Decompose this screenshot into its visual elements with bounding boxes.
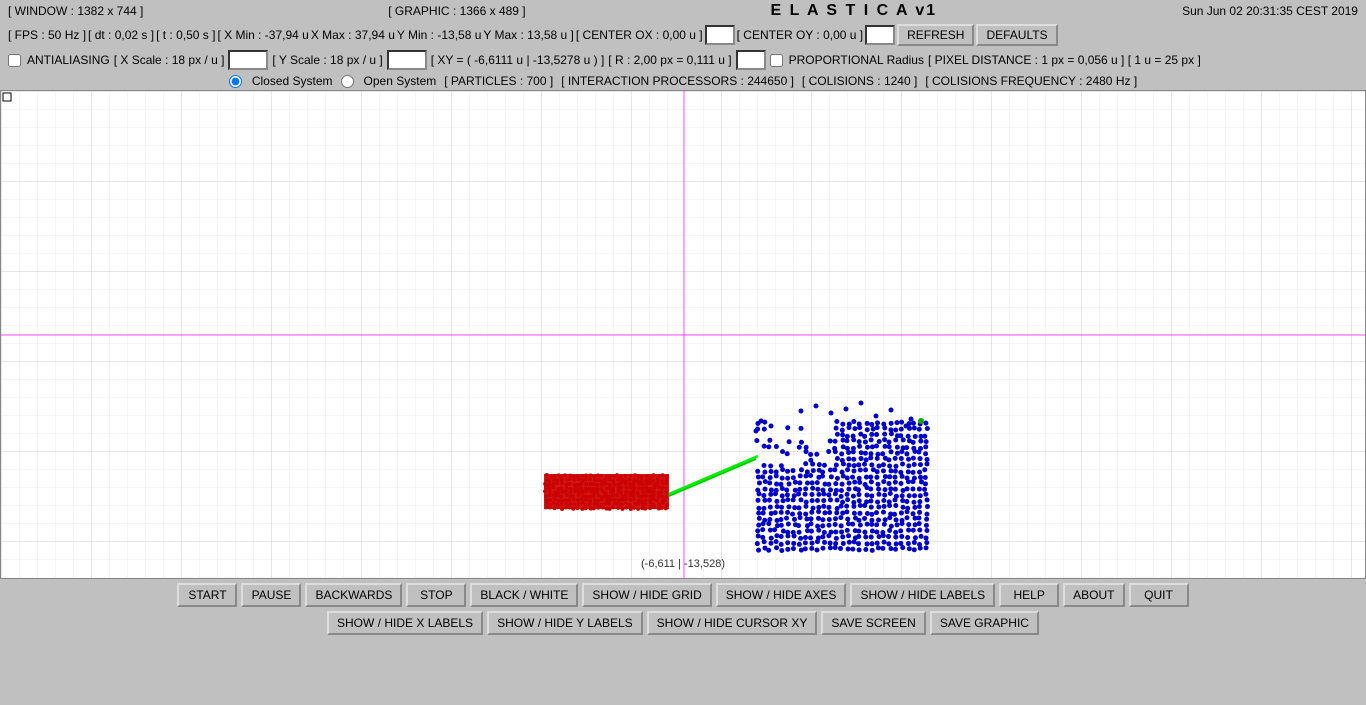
canvas-area[interactable]: (-6,611 | -13,528): [0, 90, 1366, 579]
collisions-freq-info: [ COLISIONS FREQUENCY : 2480 Hz ]: [925, 74, 1137, 88]
t-label: [ t : 0,50 s ]: [156, 28, 215, 42]
xmin-label: [ X Min : -37,94 u: [217, 28, 308, 42]
proportional-label: PROPORTIONAL Radius: [789, 53, 924, 67]
controls-row2: ANTIALIASING [ X Scale : 18 px / u ] 40 …: [0, 48, 1366, 72]
window-info: [ WINDOW : 1382 x 744 ]: [8, 4, 143, 18]
collisions-info: [ COLISIONS : 1240 ]: [802, 74, 917, 88]
save-screen-button[interactable]: SAVE SCREEN: [821, 611, 925, 635]
stop-button[interactable]: STOP: [406, 583, 466, 607]
black-white-button[interactable]: BLACK / WHITE: [470, 583, 578, 607]
center-ox-input[interactable]: [705, 25, 735, 45]
xscale-label: [ X Scale : 18 px / u ]: [114, 53, 225, 67]
open-system-radio[interactable]: [341, 75, 354, 88]
fps-label: [ FPS : 50 Hz ]: [8, 28, 86, 42]
center-ox-label: [ CENTER OX : 0,00 u ]: [576, 28, 703, 42]
backwards-button[interactable]: BACKWARDS: [305, 583, 402, 607]
antialiasing-label: ANTIALIASING: [27, 53, 110, 67]
show-hide-labels-button[interactable]: SHOW / HIDE LABELS: [850, 583, 995, 607]
center-oy-label: [ CENTER OY : 0,00 u ]: [737, 28, 864, 42]
show-hide-x-labels-button[interactable]: SHOW / HIDE X LABELS: [327, 611, 483, 635]
r-info: [ R : 2,00 px = 0,111 u ]: [608, 53, 731, 67]
ymax-label: Y Max : 13,58 u ]: [483, 28, 574, 42]
xscale-input[interactable]: 40: [228, 50, 268, 70]
about-button[interactable]: ABOUT: [1063, 583, 1124, 607]
top-bar: [ WINDOW : 1382 x 744 ] [ GRAPHIC : 1366…: [0, 0, 1366, 22]
simulation-canvas: [1, 91, 1365, 578]
refresh-button[interactable]: REFRESH: [897, 24, 974, 46]
graphic-info: [ GRAPHIC : 1366 x 489 ]: [388, 4, 525, 18]
particles-info: [ PARTICLES : 700 ]: [444, 74, 553, 88]
pixel-distance: [ PIXEL DISTANCE : 1 px = 0,056 u ] [ 1 …: [928, 53, 1201, 67]
coord-label: (-6,611 | -13,528): [641, 558, 725, 570]
closed-system-label: Closed System: [252, 74, 333, 88]
datetime: Sun Jun 02 20:31:35 CEST 2019: [1182, 4, 1358, 18]
r-input[interactable]: 2: [736, 50, 766, 70]
app-title: E L A S T I C A v1: [771, 2, 938, 20]
xy-info: [ XY = ( -6,6111 u | -13,5278 u ) ]: [431, 53, 605, 67]
quit-button[interactable]: QUIT: [1129, 583, 1189, 607]
antialiasing-checkbox[interactable]: [8, 54, 21, 67]
proportional-checkbox[interactable]: [770, 54, 783, 67]
save-graphic-button[interactable]: SAVE GRAPHIC: [930, 611, 1039, 635]
dt-label: [ dt : 0,02 s ]: [88, 28, 154, 42]
help-button[interactable]: HELP: [999, 583, 1059, 607]
start-button[interactable]: START: [177, 583, 237, 607]
center-oy-input[interactable]: [865, 25, 895, 45]
red-block: [544, 474, 669, 509]
show-hide-y-labels-button[interactable]: SHOW / HIDE Y LABELS: [487, 611, 643, 635]
yscale-label: [ Y Scale : 18 px / u ]: [272, 53, 382, 67]
pause-button[interactable]: PAUSE: [241, 583, 301, 607]
xmax-label: X Max : 37,94 u: [311, 28, 395, 42]
system-row: Closed System Open System [ PARTICLES : …: [0, 72, 1366, 90]
defaults-button[interactable]: DEFAULTS: [976, 24, 1057, 46]
controls-row1: [ FPS : 50 Hz ] [ dt : 0,02 s ] [ t : 0,…: [0, 22, 1366, 48]
show-hide-axes-button[interactable]: SHOW / HIDE AXES: [716, 583, 847, 607]
interaction-processors-info: [ INTERACTION PROCESSORS : 244650 ]: [561, 74, 794, 88]
yscale-input[interactable]: 40: [387, 50, 427, 70]
open-system-label: Open System: [364, 74, 437, 88]
bottom-bar1: START PAUSE BACKWARDS STOP BLACK / WHITE…: [0, 579, 1366, 609]
bottom-bar2: SHOW / HIDE X LABELS SHOW / HIDE Y LABEL…: [0, 609, 1366, 639]
show-hide-grid-button[interactable]: SHOW / HIDE GRID: [582, 583, 711, 607]
show-hide-cursor-xy-button[interactable]: SHOW / HIDE CURSOR XY: [647, 611, 818, 635]
closed-system-radio[interactable]: [229, 75, 242, 88]
ymin-label: Y Min : -13,58 u: [397, 28, 482, 42]
